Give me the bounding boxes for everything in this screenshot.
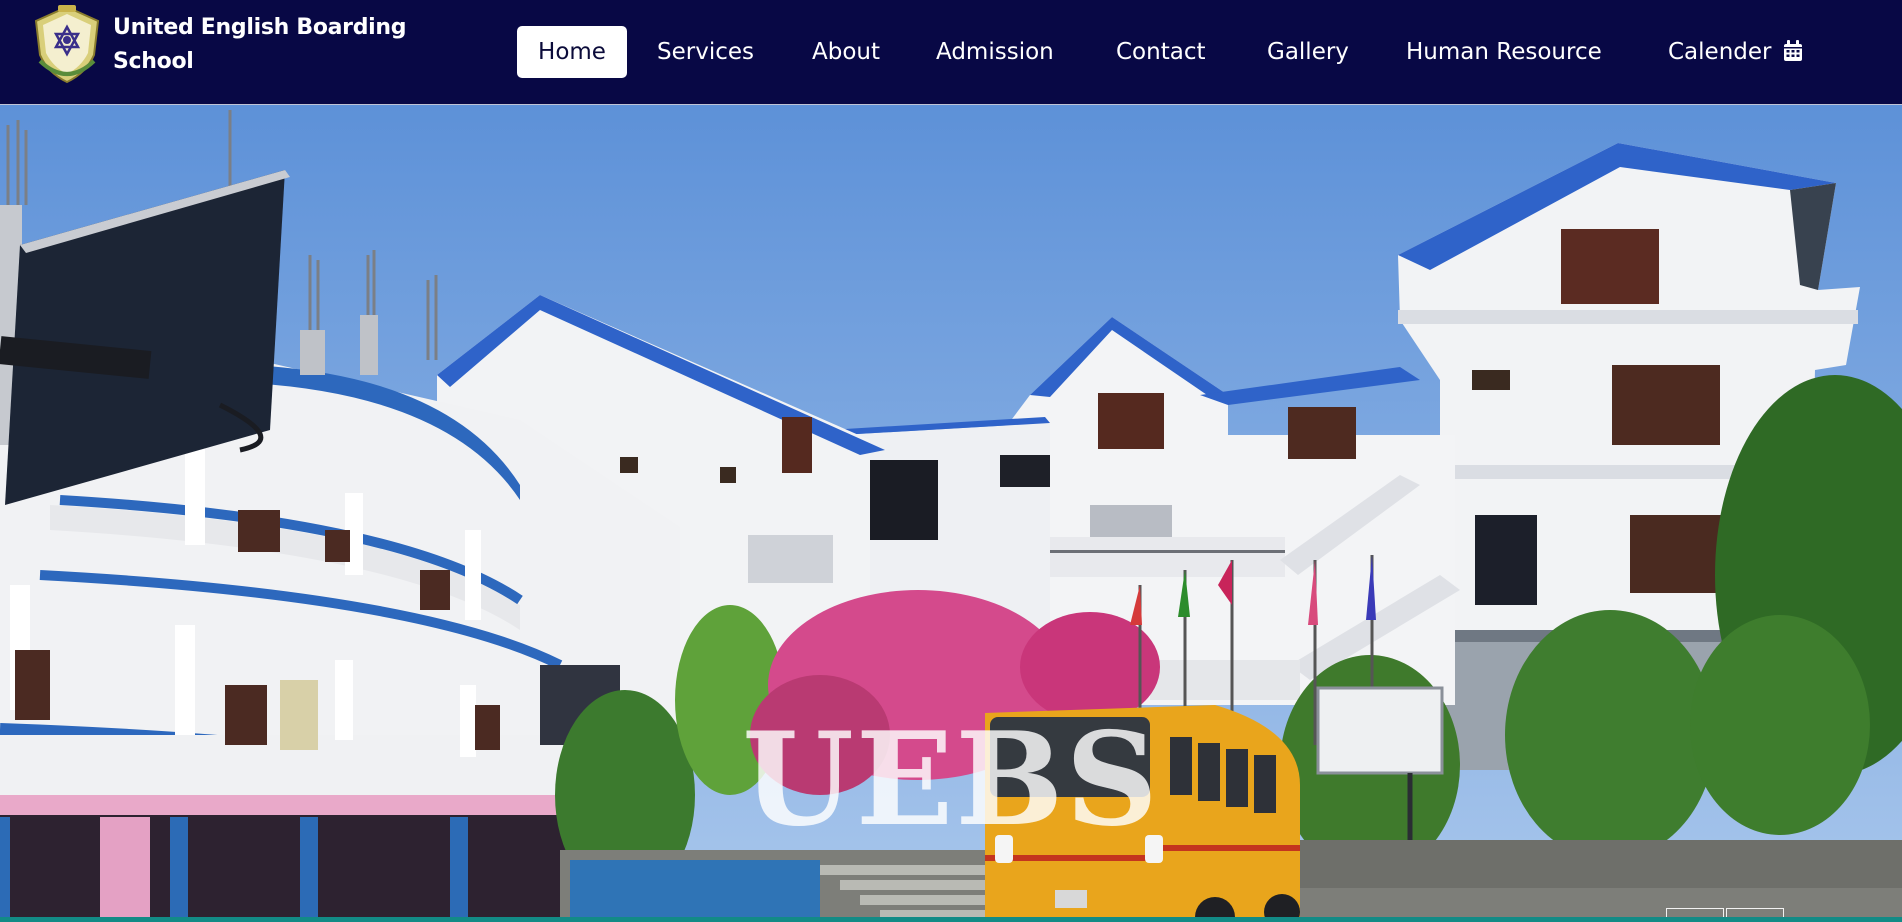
top-navbar: United English Boarding School Home Serv… [0,0,1902,105]
nav-services[interactable]: Services [657,26,754,78]
nav-gallery[interactable]: Gallery [1267,26,1349,78]
calendar-icon [1783,39,1802,61]
brand-name-line2: School [113,48,194,74]
school-crest-icon [34,5,100,84]
bottom-accent-bar [0,917,1902,922]
nav-human-resource[interactable]: Human Resource [1406,26,1602,78]
school-building-photo [0,105,1902,922]
nav-calender-label: Calender [1668,39,1772,65]
nav-contact[interactable]: Contact [1116,26,1205,78]
nav-admission[interactable]: Admission [936,26,1054,78]
nav-home[interactable]: Home [517,26,627,78]
nav-calender[interactable]: Calender [1668,26,1803,78]
brand[interactable]: United English Boarding School [28,3,413,86]
brand-name-line1: United English Boarding [113,14,407,40]
nav-about[interactable]: About [812,26,880,78]
hero-banner: UEBS [0,105,1902,922]
